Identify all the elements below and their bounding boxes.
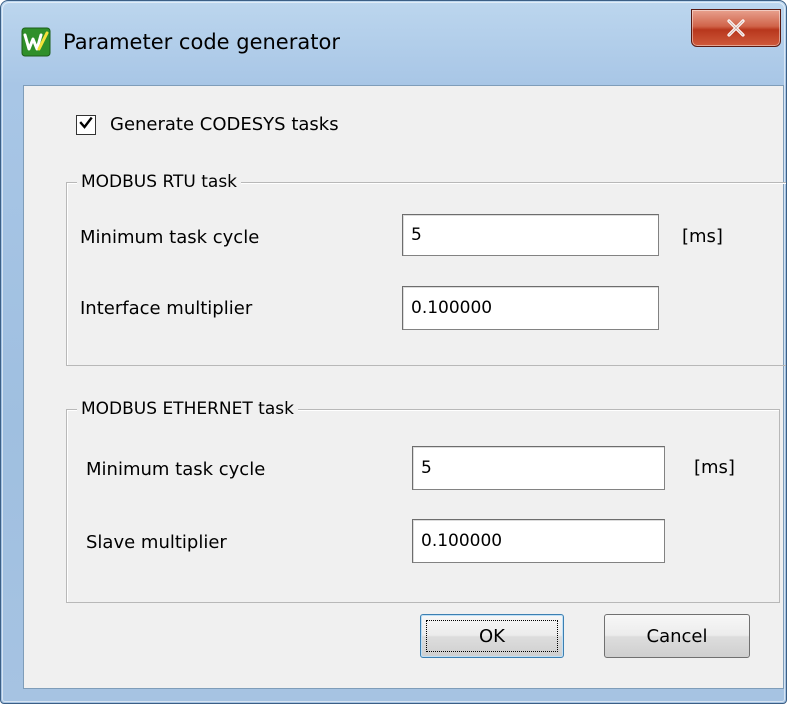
rtu-min-cycle-label: Minimum task cycle <box>80 227 260 248</box>
rtu-interface-multiplier-label: Interface multiplier <box>80 298 253 319</box>
cancel-button[interactable]: Cancel <box>604 614 750 658</box>
modbus-rtu-legend: MODBUS RTU task <box>77 171 242 193</box>
app-icon <box>21 27 51 57</box>
modbus-ethernet-legend: MODBUS ETHERNET task <box>77 398 298 420</box>
close-button[interactable] <box>691 9 781 47</box>
rtu-min-cycle-input[interactable] <box>402 214 659 256</box>
check-icon <box>79 115 93 134</box>
ethernet-min-cycle-label: Minimum task cycle <box>86 459 266 480</box>
generate-codesys-tasks-checkbox[interactable] <box>76 114 96 135</box>
ethernet-slave-multiplier-label: Slave multiplier <box>86 532 227 553</box>
ethernet-slave-multiplier-input[interactable] <box>412 519 665 563</box>
generate-codesys-tasks-label[interactable]: Generate CODESYS tasks <box>110 114 339 135</box>
close-icon <box>725 19 747 37</box>
rtu-min-cycle-unit: [ms] <box>682 226 723 247</box>
window-title: Parameter code generator <box>63 30 340 54</box>
ethernet-min-cycle-input[interactable] <box>412 446 665 490</box>
modbus-rtu-group: MODBUS RTU task Minimum task cycle [ms] … <box>66 171 786 366</box>
focus-ring <box>426 620 558 652</box>
rtu-interface-multiplier-input[interactable] <box>402 286 659 330</box>
ethernet-min-cycle-unit: [ms] <box>694 457 735 478</box>
modbus-ethernet-group: MODBUS ETHERNET task Minimum task cycle … <box>66 398 780 603</box>
dialog-window: Parameter code generator Generate CODESY… <box>0 0 787 704</box>
cancel-button-label: Cancel <box>646 625 708 647</box>
generate-codesys-tasks-option[interactable]: Generate CODESYS tasks <box>76 114 339 135</box>
title-bar[interactable]: Parameter code generator <box>1 1 786 85</box>
dialog-content: Generate CODESYS tasks MODBUS RTU task M… <box>23 85 786 689</box>
ok-button[interactable]: OK <box>420 614 564 658</box>
